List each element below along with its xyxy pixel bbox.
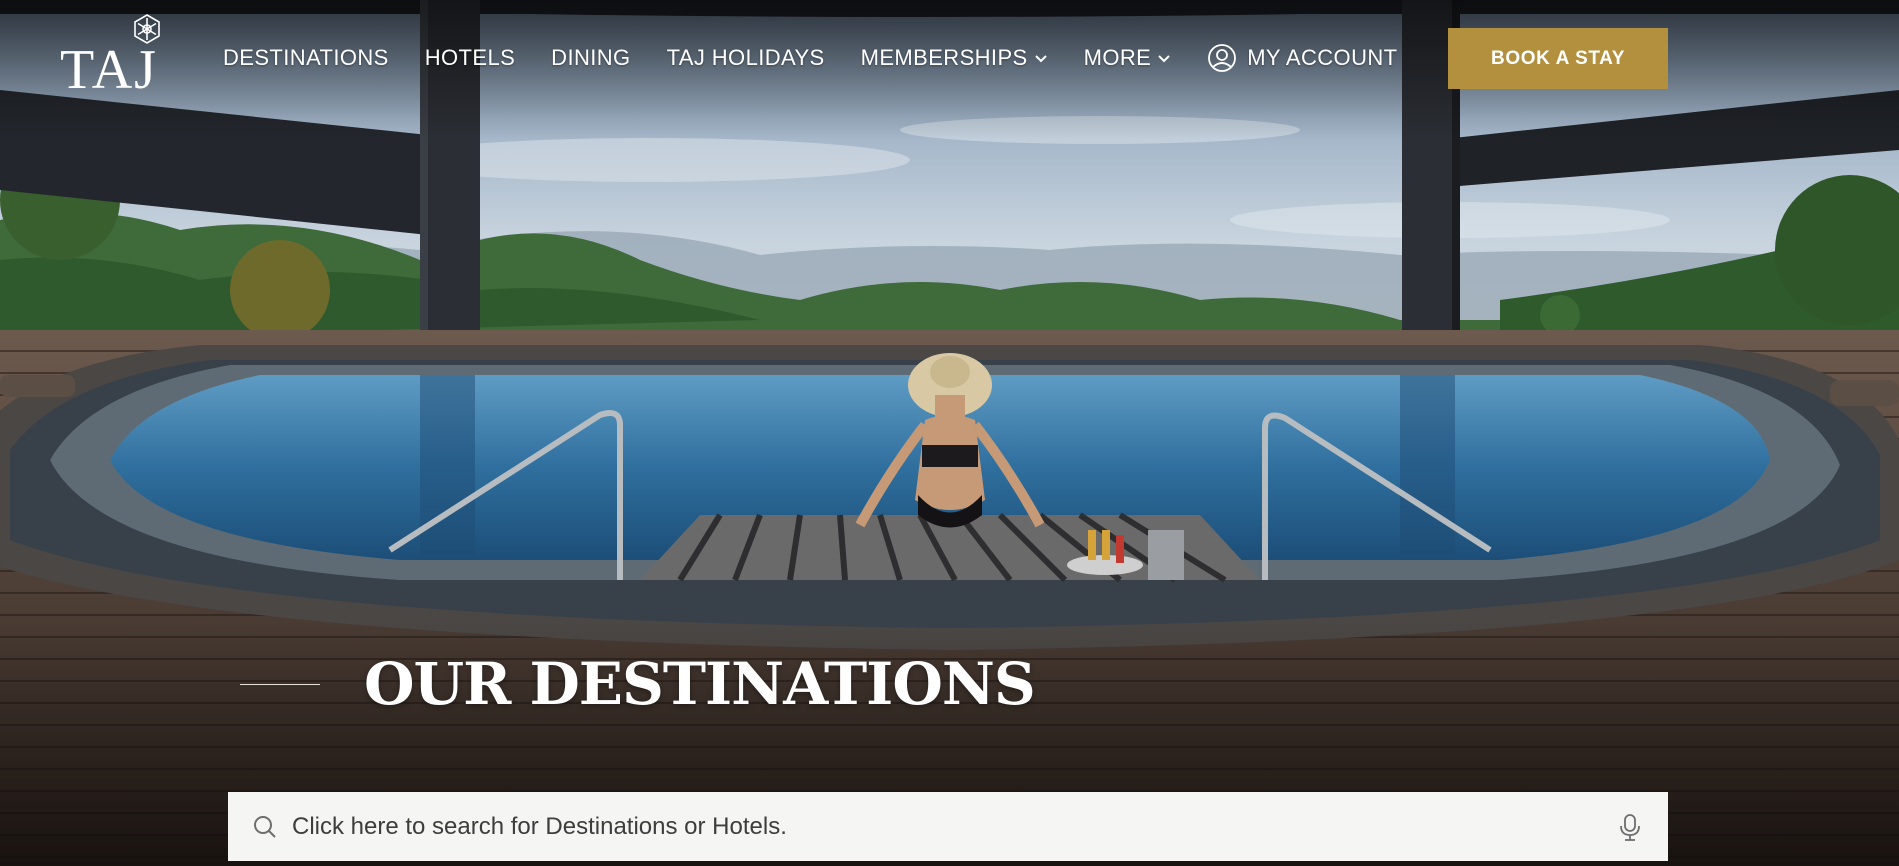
nav-dining[interactable]: DINING	[551, 45, 630, 71]
destinations-heading: OUR DESTINATIONS	[240, 650, 1036, 718]
nav-memberships[interactable]: MEMBERSHIPS	[861, 45, 1048, 71]
search-input[interactable]	[292, 812, 1616, 841]
hero-banner	[0, 0, 1899, 866]
nav-destinations[interactable]: DESTINATIONS	[223, 45, 389, 71]
my-account-link[interactable]: MY ACCOUNT	[1207, 43, 1397, 73]
chevron-down-icon	[1034, 55, 1047, 63]
taj-logo[interactable]: TAJ	[60, 14, 164, 104]
nav-hotels[interactable]: HOTELS	[425, 45, 515, 71]
nav-destinations-label: DESTINATIONS	[223, 45, 389, 70]
hero-image	[0, 0, 1899, 866]
chevron-down-icon	[1158, 55, 1170, 63]
heading-rule	[240, 683, 320, 685]
nav-memberships-label: MEMBERSHIPS	[860, 45, 1028, 70]
nav-more-label: MORE	[1083, 45, 1152, 70]
my-account-label: MY ACCOUNT	[1247, 45, 1398, 70]
nav-more[interactable]: MORE	[1084, 45, 1172, 71]
microphone-icon[interactable]	[1616, 812, 1644, 842]
page-title: OUR DESTINATIONS	[364, 650, 1036, 718]
book-a-stay-button[interactable]: BOOK A STAY	[1448, 28, 1668, 89]
user-circle-icon	[1208, 44, 1237, 72]
nav-taj-holidays-label: TAJ HOLIDAYS	[666, 45, 825, 70]
nav-taj-holidays[interactable]: TAJ HOLIDAYS	[667, 45, 825, 71]
search-bar[interactable]	[228, 792, 1668, 861]
main-nav: DESTINATIONS HOTELS DINING TAJ HOLIDAYS …	[223, 40, 1397, 76]
nav-dining-label: DINING	[551, 45, 631, 70]
nav-hotels-label: HOTELS	[424, 45, 516, 70]
logo-text: TAJ	[60, 39, 158, 101]
search-icon	[254, 815, 276, 838]
